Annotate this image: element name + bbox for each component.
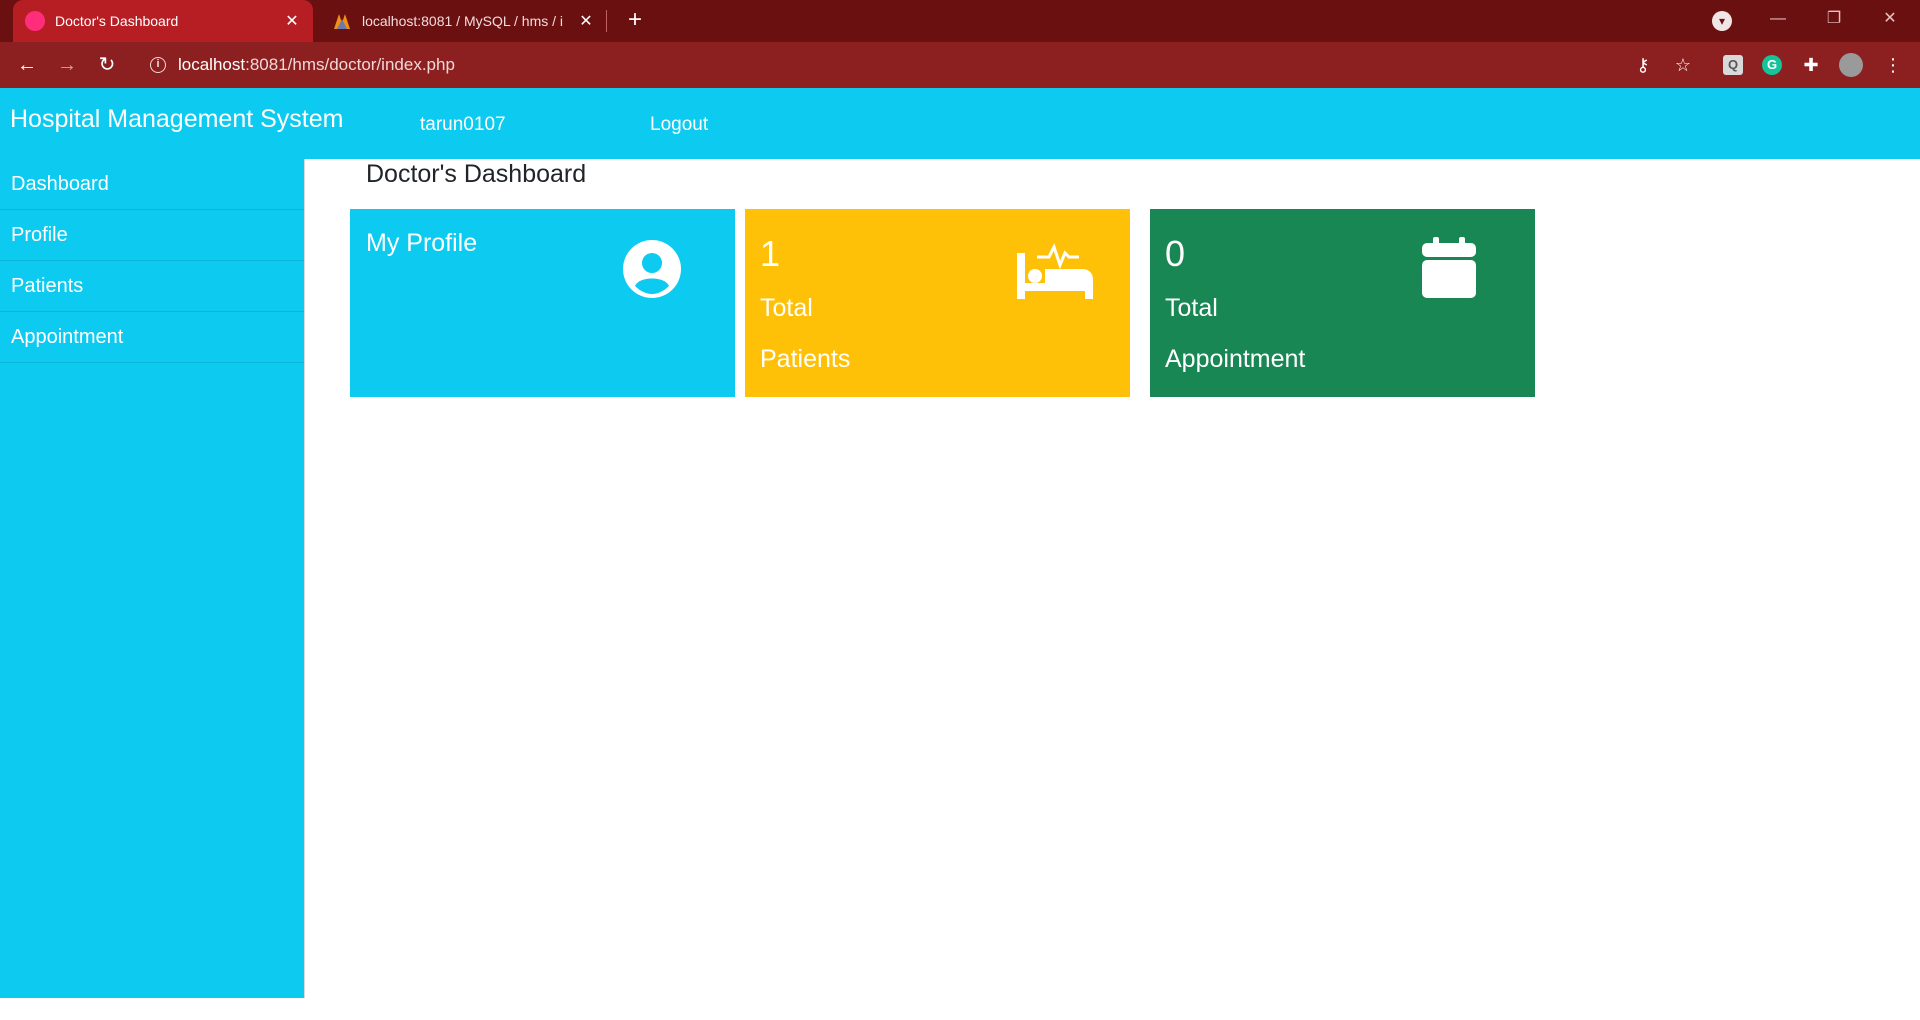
reload-icon[interactable]: ↻ — [92, 50, 122, 80]
profile-avatar[interactable] — [1838, 52, 1864, 78]
patients-count: 1 — [760, 233, 781, 274]
site-info-icon[interactable]: i — [150, 57, 166, 73]
new-tab-button[interactable]: + — [620, 6, 650, 36]
patients-label: Patients — [760, 345, 851, 373]
tab-separator — [606, 10, 607, 32]
browser-menu-icon[interactable]: ⋮ — [1880, 52, 1906, 78]
user-circle-icon — [622, 239, 682, 304]
sidebar-item-patients[interactable]: Patients — [0, 261, 304, 312]
extensions-puzzle-icon[interactable]: ✚ — [1798, 52, 1824, 78]
browser-tabstrip: Doctor's Dashboard ✕ localhost:8081 / My… — [0, 0, 1920, 42]
page-title: Doctor's Dashboard — [366, 160, 587, 188]
tab-phpmyadmin[interactable]: localhost:8081 / MySQL / hms / i ✕ — [320, 0, 607, 42]
hospital-bed-icon — [1015, 239, 1095, 306]
forward-arrow-icon[interactable]: → — [52, 50, 82, 80]
bookmark-star-icon[interactable]: ☆ — [1670, 52, 1696, 78]
sidebar-item-dashboard[interactable]: Dashboard — [0, 159, 304, 210]
logout-link[interactable]: Logout — [650, 114, 708, 136]
calendar-icon — [1422, 237, 1476, 304]
total-appointment-card[interactable]: 0 Total Appointment — [1150, 209, 1535, 397]
extension-q-icon[interactable]: Q — [1720, 52, 1746, 78]
sidebar-item-appointment[interactable]: Appointment — [0, 312, 304, 363]
top-navbar: Hospital Management System tarun0107 Log… — [0, 88, 1920, 159]
appointment-count: 0 — [1165, 233, 1186, 274]
close-window-button[interactable]: ✕ — [1862, 0, 1918, 42]
patients-label-total: Total — [760, 294, 813, 322]
tab-title: localhost:8081 / MySQL / hms / i — [362, 13, 564, 29]
phpmyadmin-favicon-icon — [332, 11, 352, 31]
brand-title[interactable]: Hospital Management System — [10, 105, 343, 134]
tab-doctors-dashboard[interactable]: Doctor's Dashboard ✕ — [13, 0, 313, 42]
close-tab-icon[interactable]: ✕ — [283, 11, 301, 31]
tab-title: Doctor's Dashboard — [55, 13, 179, 29]
tab-search-icon[interactable]: ▾ — [1712, 11, 1732, 31]
address-bar[interactable]: i localhost:8081/hms/doctor/index.php — [136, 48, 1706, 82]
appointment-label-total: Total — [1165, 294, 1218, 322]
close-tab-icon[interactable]: ✕ — [577, 11, 595, 31]
grammarly-icon[interactable]: G — [1759, 52, 1785, 78]
url-text: localhost:8081/hms/doctor/index.php — [178, 55, 455, 74]
my-profile-card[interactable]: My Profile — [350, 209, 735, 397]
key-icon[interactable]: ⚷ — [1630, 52, 1656, 78]
sidebar-item-profile[interactable]: Profile — [0, 210, 304, 261]
site-favicon-icon — [25, 11, 45, 31]
appointment-label: Appointment — [1165, 345, 1306, 373]
total-patients-card[interactable]: 1 Total Patients — [745, 209, 1130, 397]
sidebar: Dashboard Profile Patients Appointment — [0, 159, 305, 998]
back-arrow-icon[interactable]: ← — [12, 50, 42, 80]
card-title: My Profile — [366, 229, 478, 257]
minimize-button[interactable]: — — [1750, 0, 1806, 42]
restore-button[interactable]: ❐ — [1806, 0, 1862, 42]
username-link[interactable]: tarun0107 — [420, 114, 506, 136]
